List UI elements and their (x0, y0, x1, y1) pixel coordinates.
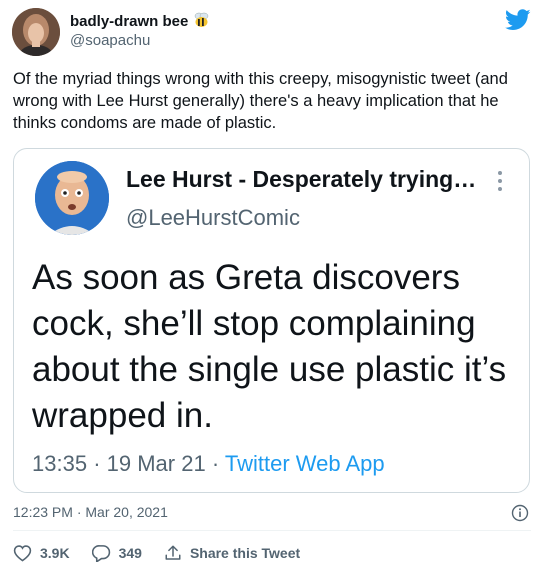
share-label: Share this Tweet (189, 545, 301, 561)
twitter-bird-icon[interactable] (504, 9, 531, 31)
quoted-tweet-text: As soon as Greta discovers cock, she’ll … (32, 258, 507, 435)
meta-separator: · (93, 451, 107, 476)
like-button[interactable]: 3.9K (13, 544, 70, 562)
reply-bubble-icon (91, 545, 110, 562)
divider (13, 530, 531, 531)
reply-button[interactable]: 349 (91, 544, 142, 562)
reply-count: 349 (118, 545, 142, 561)
bee-emoji-icon (193, 12, 210, 32)
quoted-tweet-source[interactable]: Twitter Web App (225, 451, 385, 476)
quoted-tweet-date[interactable]: 19 Mar 21 (107, 451, 206, 476)
author-name-text: badly-drawn bee (70, 13, 189, 30)
author-handle[interactable]: @soapachu (70, 32, 150, 49)
tweet-actions: 3.9K 349 Share this Tweet (13, 540, 322, 566)
info-icon[interactable] (511, 504, 529, 522)
quoted-author-handle[interactable]: @LeeHurstComic (126, 205, 300, 231)
quoted-author-name[interactable]: Lee Hurst - Desperately trying… (126, 166, 476, 193)
more-vertical-icon[interactable] (496, 171, 504, 193)
tweet-timestamp[interactable]: 12:23 PM · Mar 20, 2021 (13, 504, 168, 520)
author-avatar[interactable] (12, 8, 60, 56)
quoted-tweet[interactable]: Lee Hurst - Desperately trying… @LeeHurs… (13, 148, 530, 493)
heart-icon (13, 545, 32, 562)
author-name[interactable]: badly-drawn bee (70, 12, 210, 32)
quoted-tweet-time[interactable]: 13:35 (32, 451, 87, 476)
tweet-text: Of the myriad things wrong with this cre… (13, 70, 508, 132)
embedded-tweet-card: badly-drawn bee @soapachu Of the myriad … (0, 0, 544, 572)
quoted-tweet-meta: 13:35 · 19 Mar 21 · Twitter Web App (32, 451, 385, 477)
share-icon (165, 545, 181, 560)
like-count: 3.9K (40, 545, 70, 561)
quoted-author-avatar[interactable] (35, 161, 109, 235)
share-button[interactable]: Share this Tweet (164, 544, 300, 562)
meta-separator: · (211, 451, 225, 476)
